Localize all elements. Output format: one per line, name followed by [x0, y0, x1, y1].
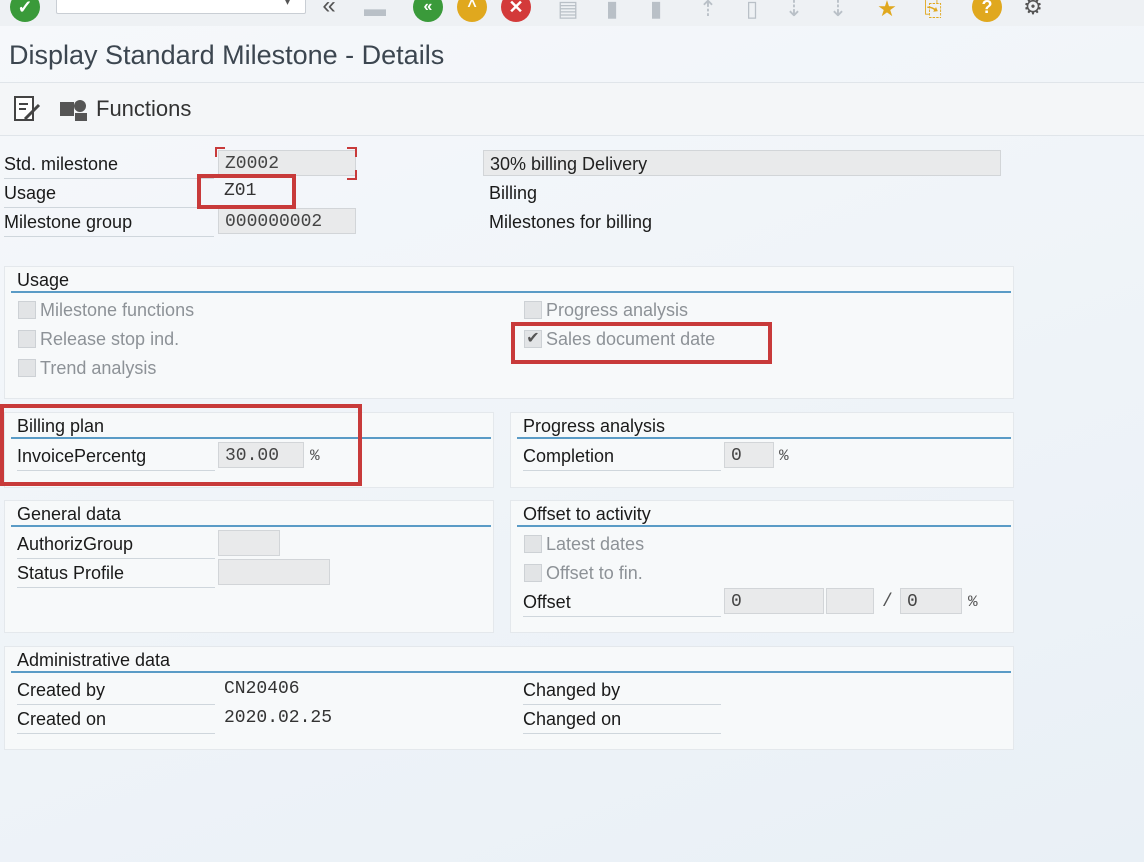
- group-divider: [11, 671, 1011, 673]
- usage-highlight-box: [197, 174, 296, 209]
- percent-unit: %: [779, 447, 789, 465]
- release-stop-checkbox[interactable]: [18, 330, 36, 348]
- group-divider: [517, 525, 1011, 527]
- offset-to-fin-checkbox[interactable]: [524, 564, 542, 582]
- cancel-icon[interactable]: ✕: [501, 0, 531, 22]
- page-title: Display Standard Milestone - Details: [9, 40, 445, 70]
- last-page-icon: ⇣: [828, 0, 848, 21]
- functions-icon[interactable]: [58, 96, 90, 124]
- administrative-data-title: Administrative data: [17, 650, 171, 670]
- exit-icon[interactable]: ^: [457, 0, 487, 22]
- command-field[interactable]: [56, 0, 306, 14]
- percent-unit: %: [968, 593, 978, 611]
- trend-analysis-checkbox[interactable]: [18, 359, 36, 377]
- progress-analysis-title: Progress analysis: [523, 416, 666, 436]
- offset-separator: /: [882, 592, 893, 612]
- functions-menu[interactable]: Functions: [96, 96, 191, 122]
- progress-analysis-checkbox[interactable]: [524, 301, 542, 319]
- back-double-icon[interactable]: «: [314, 0, 344, 19]
- general-data-title: General data: [17, 504, 122, 524]
- offset-percent-field[interactable]: 0: [900, 588, 962, 614]
- created-on-label: Created on: [17, 705, 215, 734]
- create-session-icon[interactable]: ★: [872, 0, 902, 22]
- print-icon: ▤: [557, 0, 579, 21]
- find-icon: ▮: [605, 0, 619, 21]
- std-milestone-field[interactable]: Z0002: [218, 150, 356, 176]
- milestone-group-label: Milestone group: [4, 208, 214, 237]
- back-icon[interactable]: «: [413, 0, 443, 22]
- previous-page-icon: ▯: [745, 0, 759, 21]
- created-by-value: CN20406: [224, 679, 300, 699]
- created-on-value: 2020.02.25: [224, 708, 333, 728]
- progress-analysis-label: Progress analysis: [546, 300, 689, 320]
- trend-analysis-label: Trend analysis: [40, 358, 157, 378]
- milestone-functions-label: Milestone functions: [40, 300, 195, 320]
- authoriz-group-field[interactable]: [218, 530, 280, 556]
- status-profile-label: Status Profile: [17, 559, 215, 588]
- milestone-group-description: Milestones for billing: [489, 212, 653, 232]
- offset-field[interactable]: 0: [724, 588, 824, 614]
- sales-document-date-highlight-box: [511, 322, 772, 364]
- group-divider: [11, 525, 491, 527]
- authoriz-group-label: AuthorizGroup: [17, 530, 215, 559]
- offset-label: Offset: [523, 588, 721, 617]
- group-divider: [517, 437, 1011, 439]
- offset-to-fin-label: Offset to fin.: [546, 563, 643, 583]
- shortcut-icon[interactable]: ⎘: [918, 0, 948, 22]
- chevron-down-icon[interactable]: ▾: [284, 0, 291, 9]
- latest-dates-label: Latest dates: [546, 534, 645, 554]
- billing-plan-highlight-box: [0, 404, 362, 486]
- offset-unit-field[interactable]: [826, 588, 874, 614]
- next-page-icon: ⇣: [784, 0, 804, 21]
- changed-by-label: Changed by: [523, 676, 721, 705]
- settings-icon[interactable]: ⚙: [1018, 0, 1048, 20]
- usage-label: Usage: [4, 179, 214, 208]
- milestone-functions-checkbox[interactable]: [18, 301, 36, 319]
- std-milestone-description: 30% billing Delivery: [483, 150, 1001, 176]
- usage-description: Billing: [489, 183, 538, 203]
- focus-corner: [347, 170, 357, 180]
- group-divider: [11, 291, 1011, 293]
- focus-corner: [347, 147, 357, 157]
- help-icon[interactable]: ?: [972, 0, 1002, 22]
- focus-corner: [215, 147, 225, 157]
- completion-field[interactable]: 0: [724, 442, 774, 468]
- created-by-label: Created by: [17, 676, 215, 705]
- latest-dates-checkbox[interactable]: [524, 535, 542, 553]
- changed-on-label: Changed on: [523, 705, 721, 734]
- offset-activity-title: Offset to activity: [523, 504, 651, 524]
- first-page-icon: ⇡: [698, 0, 718, 21]
- completion-label: Completion: [523, 442, 721, 471]
- release-stop-label: Release stop ind.: [40, 329, 180, 349]
- edit-document-icon[interactable]: [12, 94, 42, 124]
- enter-icon[interactable]: ✓: [10, 0, 40, 22]
- find-next-icon: ▮: [649, 0, 663, 21]
- status-profile-field[interactable]: [218, 559, 330, 585]
- std-milestone-label: Std. milestone: [4, 150, 214, 179]
- application-toolbar: ✓ ▾ « ▬ « ^ ✕ ▤ ▮ ▮ ⇡ ▯ ⇣ ⇣ ★ ⎘ ? ⚙: [0, 0, 1144, 26]
- milestone-group-field[interactable]: 000000002: [218, 208, 356, 234]
- usage-group-title: Usage: [17, 270, 70, 290]
- save-icon: ▬: [364, 0, 386, 21]
